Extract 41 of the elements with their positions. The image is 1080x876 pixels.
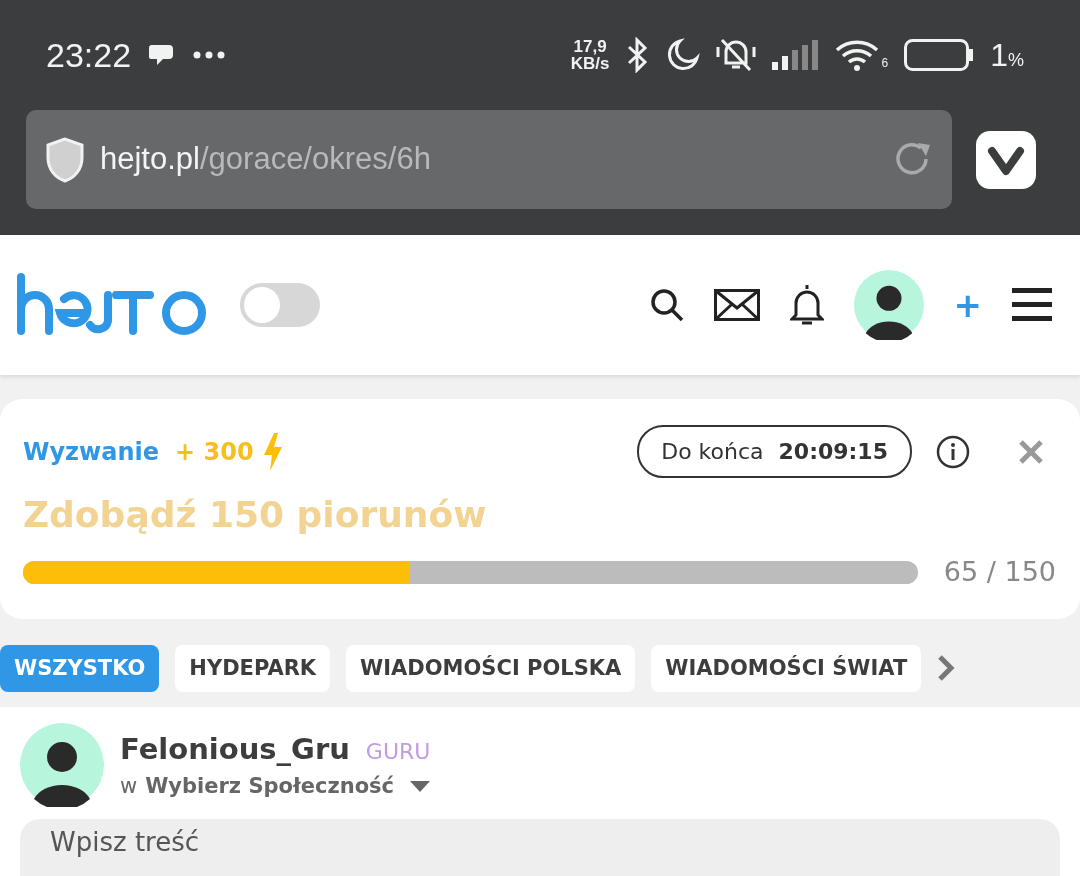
category-tab[interactable]: WIADOMOŚCI POLSKA xyxy=(346,644,636,692)
battery-icon xyxy=(904,39,975,71)
more-icon xyxy=(193,51,226,59)
info-icon[interactable] xyxy=(936,434,970,469)
bluetooth-icon xyxy=(625,37,650,73)
close-icon[interactable] xyxy=(1018,438,1044,465)
countdown-time: 20:09:15 xyxy=(778,439,888,464)
lightning-icon xyxy=(261,432,284,471)
battery-percent: 1 xyxy=(990,37,1008,73)
wifi-band-label: 6 xyxy=(881,55,889,72)
theme-toggle[interactable] xyxy=(240,283,320,327)
category-tab[interactable]: WIADOMOŚCI ŚWIAT xyxy=(651,644,922,692)
network-unit: KB/s xyxy=(570,55,610,72)
challenge-label: Wyzwanie xyxy=(23,436,160,468)
prefix-text: w xyxy=(120,773,138,800)
avatar[interactable] xyxy=(853,270,924,340)
reward-points: + 300 xyxy=(175,436,254,468)
caret-icon xyxy=(410,781,431,793)
author-name[interactable]: Felonious_Gru xyxy=(120,731,350,766)
chevron-right-icon[interactable] xyxy=(937,654,956,683)
address-bar[interactable]: hejto.pl/gorace/okres/6h xyxy=(26,110,952,209)
content-field[interactable]: Wpisz treść xyxy=(20,819,1060,876)
bell-icon[interactable] xyxy=(789,283,824,327)
muted-bell-icon xyxy=(715,37,756,73)
browser-logo-icon[interactable] xyxy=(976,130,1036,189)
search-icon[interactable] xyxy=(649,288,684,322)
mail-icon[interactable] xyxy=(713,289,760,321)
signal-icon xyxy=(771,40,818,70)
challenge-title: Zdobądź 150 piorunów xyxy=(23,493,488,537)
url-text: hejto.pl/gorace/okres/6h xyxy=(100,140,432,179)
menu-icon[interactable] xyxy=(1012,288,1052,322)
moon-icon xyxy=(665,38,700,72)
network-speed: 17,9 xyxy=(572,38,608,55)
countdown-label: Do końca xyxy=(661,439,764,464)
progress-reading: 65 / 150 xyxy=(943,555,1056,589)
clock: 23:22 xyxy=(46,34,132,76)
rank-label: GURU xyxy=(365,738,431,764)
community-selector[interactable]: Wybierz Społeczność xyxy=(145,771,431,803)
shield-icon xyxy=(44,135,86,184)
category-tab[interactable]: HYDEPARK xyxy=(175,644,331,692)
battery-unit: % xyxy=(1008,50,1024,70)
